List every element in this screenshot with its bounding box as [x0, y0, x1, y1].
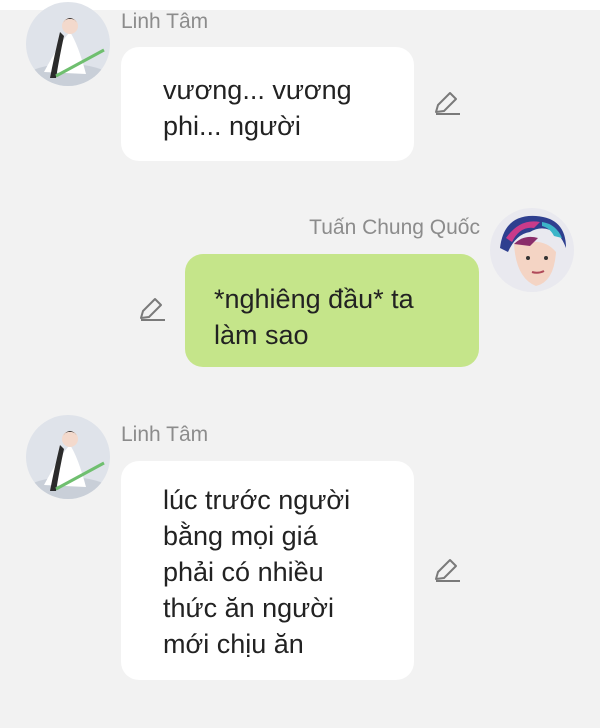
- sender-name: Linh Tâm: [121, 10, 209, 33]
- avatar[interactable]: [490, 208, 574, 292]
- message-line: phi... người: [163, 111, 301, 141]
- message-line: làm sao: [214, 320, 309, 350]
- message-line: lúc trước người: [163, 485, 351, 515]
- message-line: phải có nhiều: [163, 557, 324, 587]
- message-line: *nghiêng đầu* ta: [214, 284, 414, 314]
- message-bubble[interactable]: lúc trước người bằng mọi giá phải có nhi…: [121, 461, 414, 680]
- message-line: bằng mọi giá: [163, 521, 318, 551]
- message-line: mới chịu ăn: [163, 629, 304, 659]
- edit-icon[interactable]: [137, 294, 167, 324]
- sender-name: Tuấn Chung Quốc: [309, 216, 480, 239]
- message-line: vương... vương: [163, 75, 352, 105]
- edit-icon[interactable]: [432, 555, 462, 585]
- avatar[interactable]: [26, 415, 110, 499]
- message-bubble[interactable]: *nghiêng đầu* ta làm sao: [185, 254, 479, 367]
- avatar[interactable]: [26, 2, 110, 86]
- edit-icon[interactable]: [432, 88, 462, 118]
- sender-name: Linh Tâm: [121, 423, 209, 446]
- message-line: thức ăn người: [163, 593, 334, 623]
- message-bubble[interactable]: vương... vương phi... người: [121, 47, 414, 161]
